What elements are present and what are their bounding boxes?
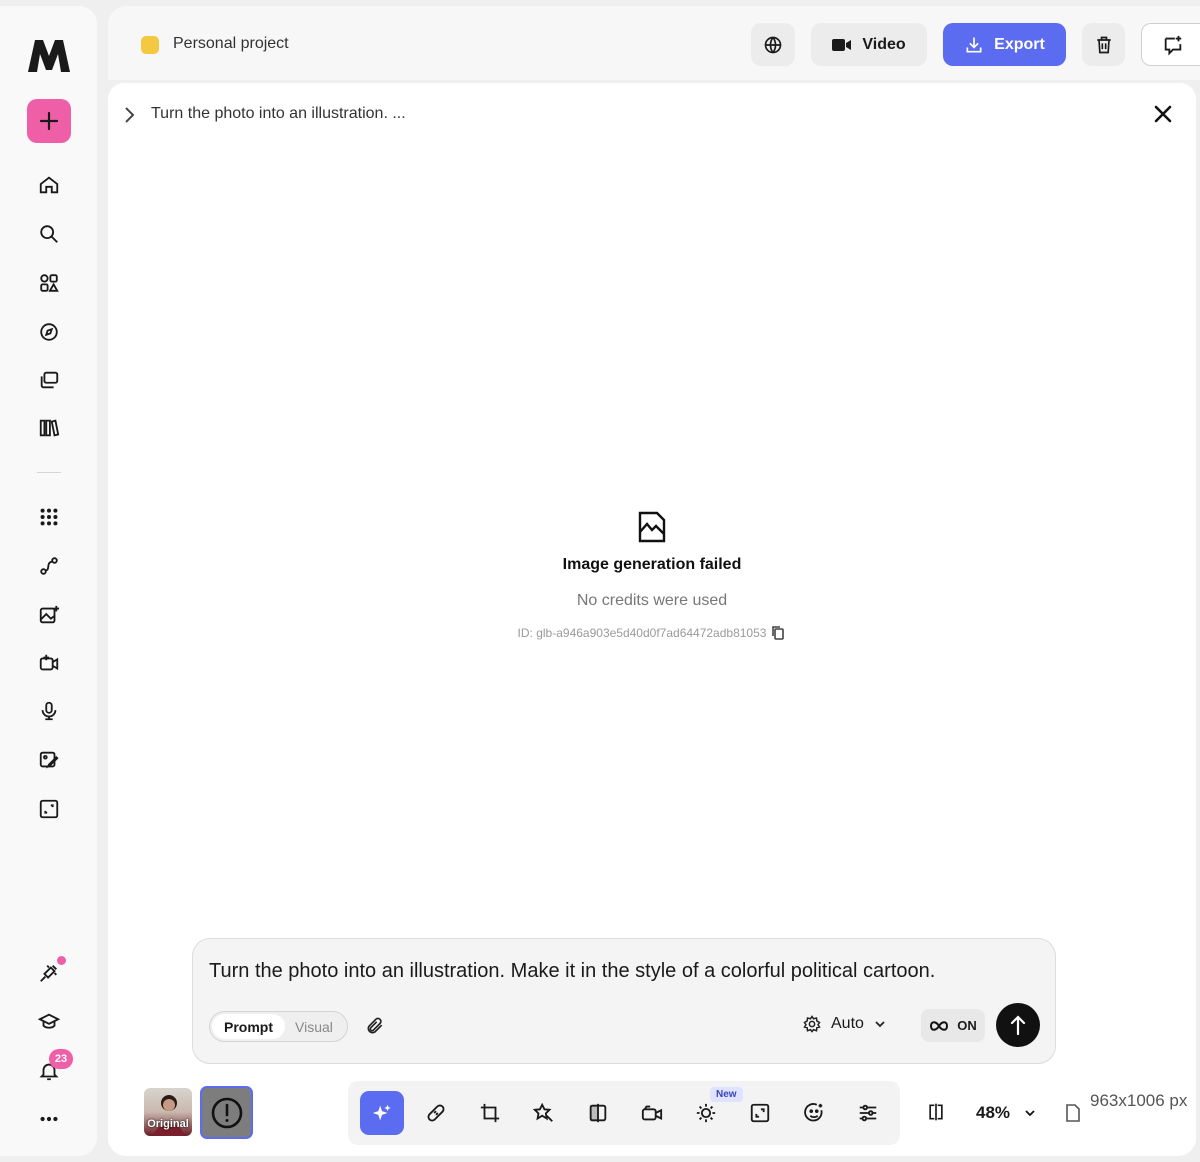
document-icon	[1065, 1104, 1081, 1127]
zoom-level: 48%	[976, 1103, 1011, 1122]
model-select[interactable]: Auto	[803, 1015, 886, 1033]
sun-icon	[696, 1103, 716, 1123]
logo-icon[interactable]	[26, 38, 72, 74]
project-color-dot	[141, 36, 159, 54]
header: Personal project Video Export	[108, 6, 1200, 80]
failure-id: ID: glb-a946a903e5d40d0f7ad64472adb81053	[517, 626, 767, 640]
image-dimensions: 963x1006 px	[1090, 1091, 1188, 1110]
chevron-down-icon	[875, 1021, 885, 1028]
graduation-icon[interactable]	[36, 1009, 62, 1035]
delete-button[interactable]	[1082, 23, 1125, 66]
mic-icon[interactable]	[36, 698, 62, 724]
main-panel: Turn the photo into an illustration. ...…	[108, 83, 1196, 1156]
resize-tool[interactable]	[738, 1091, 782, 1135]
image-edit-icon[interactable]	[36, 747, 62, 773]
copy-icon[interactable]	[770, 625, 786, 641]
close-icon[interactable]	[1152, 103, 1174, 130]
globe-icon	[764, 36, 782, 53]
image-broken-icon	[637, 510, 667, 549]
failed-thumbnail[interactable]	[200, 1086, 253, 1139]
loop-toggle[interactable]: ON	[921, 1009, 985, 1042]
bandage-icon	[427, 1104, 445, 1122]
magic-edit-tool[interactable]	[360, 1091, 404, 1135]
style-tool[interactable]	[522, 1091, 566, 1135]
crop-icon	[480, 1103, 500, 1123]
sliders-icon	[859, 1104, 877, 1122]
face-icon	[804, 1103, 823, 1122]
project-name[interactable]: Personal project	[173, 35, 289, 53]
more-icon[interactable]	[36, 1106, 62, 1132]
face-tool[interactable]	[792, 1091, 836, 1135]
zoom-select[interactable]: 48%	[976, 1103, 1036, 1123]
trash-icon	[1096, 36, 1111, 53]
flip-tool[interactable]	[576, 1091, 620, 1135]
model-select-label: Auto	[831, 1015, 864, 1032]
gallery-icon[interactable]	[36, 367, 62, 393]
sidebar-divider	[37, 472, 61, 473]
original-thumbnail[interactable]: Original	[144, 1088, 192, 1136]
export-button-label: Export	[994, 35, 1045, 53]
video-button[interactable]: Video	[811, 23, 927, 66]
sidebar: 23	[0, 6, 97, 1156]
chat-button[interactable]	[1141, 23, 1200, 66]
resize-icon	[750, 1103, 770, 1123]
compass-icon[interactable]	[36, 319, 62, 345]
gear-icon	[803, 1015, 821, 1033]
send-button[interactable]	[996, 1003, 1040, 1047]
video-plus-icon[interactable]	[36, 650, 62, 676]
video-tool[interactable]	[630, 1091, 674, 1135]
paperclip-icon[interactable]	[365, 1016, 385, 1041]
new-button[interactable]	[27, 99, 71, 143]
failure-title: Image generation failed	[562, 556, 742, 573]
export-button[interactable]: Export	[943, 23, 1066, 66]
alert-icon	[211, 1097, 242, 1128]
edit-toolbar: New	[348, 1081, 900, 1145]
flip-icon	[589, 1103, 607, 1123]
plus-icon	[39, 111, 59, 131]
plugin-notification-dot	[57, 956, 66, 965]
download-icon	[966, 37, 982, 52]
heal-tool[interactable]	[414, 1091, 458, 1135]
chevron-right-icon[interactable]	[122, 105, 136, 130]
home-icon[interactable]	[36, 172, 62, 198]
sparkle-icon	[372, 1104, 391, 1121]
chat-plus-icon	[1164, 35, 1182, 55]
apps-icon[interactable]	[36, 270, 62, 296]
video-button-label: Video	[862, 35, 906, 53]
notifications-count-badge: 23	[49, 1049, 73, 1069]
infinity-icon	[930, 1020, 949, 1031]
grid-icon[interactable]	[36, 504, 62, 530]
split-icon[interactable]	[926, 1102, 946, 1127]
star-wand-icon	[533, 1102, 553, 1122]
chevron-down-icon	[1025, 1110, 1035, 1117]
crop-tool[interactable]	[468, 1091, 512, 1135]
flow-icon[interactable]	[36, 553, 62, 579]
prompt-box: Turn the photo into an illustration. Mak…	[192, 938, 1056, 1064]
mode-prompt-tab[interactable]: Prompt	[212, 1014, 285, 1039]
mode-visual-tab[interactable]: Visual	[285, 1019, 345, 1035]
prompt-textarea[interactable]: Turn the photo into an illustration. Mak…	[209, 960, 935, 983]
failure-id-row: ID: glb-a946a903e5d40d0f7ad64472adb81053	[108, 625, 1196, 641]
library-icon[interactable]	[36, 415, 62, 441]
camera-icon	[641, 1105, 663, 1121]
arrow-up-icon	[1010, 1015, 1026, 1036]
adjust-tool[interactable]	[846, 1091, 890, 1135]
original-thumbnail-label: Original	[147, 1118, 189, 1130]
loop-toggle-label: ON	[957, 1018, 977, 1033]
video-icon	[832, 38, 852, 51]
mode-toggle: Prompt Visual	[209, 1011, 348, 1042]
search-icon[interactable]	[36, 221, 62, 247]
expand-icon[interactable]	[36, 796, 62, 822]
prompt-breadcrumb[interactable]: Turn the photo into an illustration. ...	[151, 105, 406, 123]
image-plus-icon[interactable]	[36, 602, 62, 628]
language-button[interactable]	[751, 23, 795, 66]
failure-subtitle: No credits were used	[576, 592, 728, 609]
